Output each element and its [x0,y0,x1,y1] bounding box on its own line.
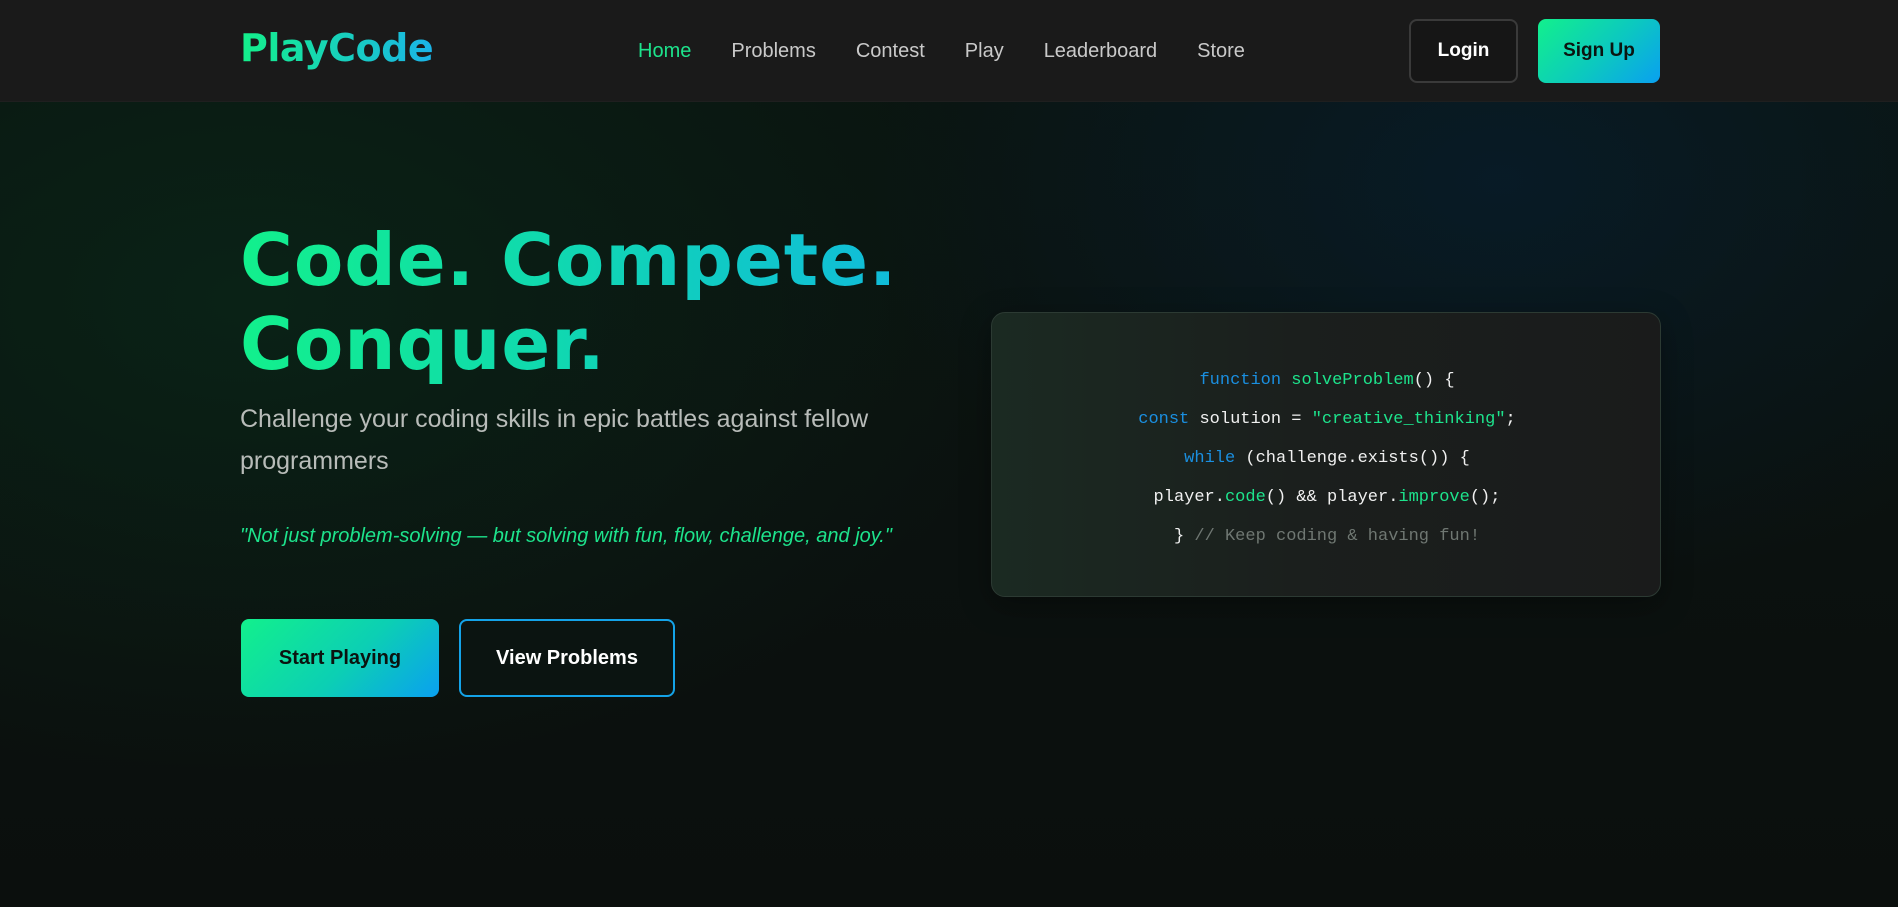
code-keyword: const [1138,410,1190,429]
code-method: code [1224,488,1266,507]
code-line-1: function solveProblem() { [992,361,1662,400]
code-method: improve [1398,488,1470,507]
signup-button[interactable]: Sign Up [1538,19,1660,83]
brand-logo[interactable]: PlayCode [240,26,434,70]
code-snippet-card: function solveProblem() { const solution… [991,312,1661,597]
hero-title: Code. Compete. Conquer. [240,218,940,386]
hero-title-line1: Code. Compete. [240,218,898,302]
nav-link-contest[interactable]: Contest [856,40,925,63]
nav-links: Home Problems Contest Play Leaderboard S… [638,0,1285,102]
code-keyword: while [1184,449,1236,468]
code-keyword: function [1199,371,1282,390]
hero-subtitle: Challenge your coding skills in epic bat… [240,405,869,475]
code-text: (); [1469,488,1501,507]
code-text: } [1173,527,1195,546]
code-line-4: player.code() && player.improve(); [992,478,1662,517]
login-button[interactable]: Login [1409,19,1518,83]
start-playing-button[interactable]: Start Playing [241,619,439,697]
code-text: solution = [1189,410,1312,429]
code-text: () && player. [1265,488,1399,507]
code-snippet: function solveProblem() { const solution… [992,361,1662,556]
nav-link-problems[interactable]: Problems [731,40,815,63]
nav-link-play[interactable]: Play [965,40,1004,63]
code-text: () { [1413,371,1455,390]
nav-link-store[interactable]: Store [1197,40,1245,63]
hero-quote: "Not just problem-solving — but solving … [240,525,892,547]
code-string: "creative_thinking" [1311,410,1506,429]
code-text: ; [1505,410,1516,429]
code-function-name: solveProblem [1291,371,1414,390]
nav-link-leaderboard[interactable]: Leaderboard [1044,40,1157,63]
code-comment: // Keep coding & having fun! [1194,527,1481,546]
code-line-5: } // Keep coding & having fun! [992,517,1662,556]
code-text: player. [1153,488,1225,507]
nav-link-home[interactable]: Home [638,40,691,63]
hero-title-line2: Conquer. [240,302,606,386]
code-text: (challenge.exists()) { [1235,449,1470,468]
view-problems-button[interactable]: View Problems [459,619,675,697]
code-line-3: while (challenge.exists()) { [992,439,1662,478]
code-line-2: const solution = "creative_thinking"; [992,400,1662,439]
top-navbar: PlayCode Home Problems Contest Play Lead… [0,0,1898,102]
